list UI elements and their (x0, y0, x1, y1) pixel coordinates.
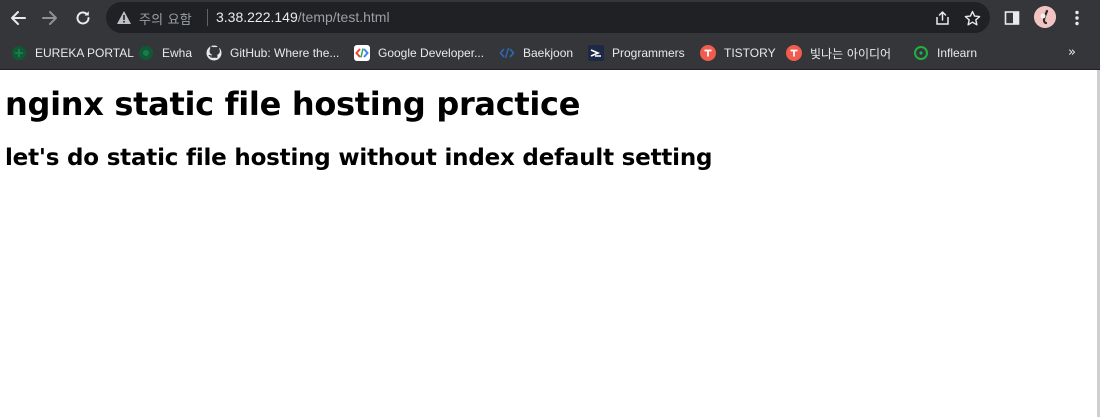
url-text[interactable]: 3.38.222.149/temp/test.html (216, 9, 390, 25)
bookmark-label: Google Developer... (378, 46, 485, 60)
bookmarks-bar: EUREKA PORTAL Ewha GitHub: Where the... … (0, 36, 1100, 70)
bookmark-baekjoon[interactable]: Baekjoon (499, 43, 573, 63)
warning-icon[interactable] (116, 10, 132, 30)
page-heading: nginx static file hosting practice (5, 85, 581, 123)
bookmark-bitnaneun-idea[interactable]: 빛나는 아이디어 (786, 43, 891, 63)
bookmark-label: TISTORY (724, 46, 776, 60)
url-host: 3.38.222.149 (216, 9, 298, 25)
profile-avatar[interactable] (1034, 6, 1056, 28)
bookmark-github[interactable]: GitHub: Where the... (206, 43, 339, 63)
share-icon[interactable] (932, 8, 952, 28)
bookmark-label: Ewha (162, 46, 193, 60)
bookmark-label: Programmers (612, 46, 685, 60)
bookmark-inflearn[interactable]: Inflearn (913, 43, 977, 63)
programmers-icon (588, 45, 604, 61)
chevron-double-right-icon[interactable]: » (1068, 45, 1076, 60)
bookmark-label: 빛나는 아이디어 (810, 46, 892, 61)
page-content: nginx static file hosting practice let's… (0, 70, 1098, 417)
baekjoon-icon (499, 45, 515, 61)
bookmark-programmers[interactable]: Programmers (588, 43, 685, 63)
star-icon[interactable] (962, 8, 982, 28)
google-developers-icon (354, 45, 370, 61)
tistory-icon (700, 45, 716, 61)
bookmark-ewha[interactable]: Ewha (138, 43, 192, 63)
github-icon (206, 45, 222, 61)
bookmark-tistory[interactable]: TISTORY (700, 43, 776, 63)
bookmark-label: EUREKA PORTAL (35, 46, 134, 60)
browser-toolbar: 주의 요함 3.38.222.149/temp/test.html (0, 0, 1100, 36)
bookmark-google-developers[interactable]: Google Developer... (354, 43, 484, 63)
security-warning-label[interactable]: 주의 요함 (139, 9, 192, 28)
url-separator (207, 9, 208, 26)
back-button[interactable] (3, 3, 33, 33)
eureka-icon (11, 45, 27, 61)
reload-button[interactable] (68, 3, 98, 33)
bookmark-label: Baekjoon (523, 46, 574, 60)
bookmark-label: Inflearn (937, 46, 978, 60)
bookmark-eureka-portal[interactable]: EUREKA PORTAL (11, 43, 134, 63)
side-panel-icon[interactable] (1000, 6, 1024, 30)
bookmark-label: GitHub: Where the... (230, 46, 340, 60)
reload-icon (76, 11, 90, 25)
page-subheading: let's do static file hosting without ind… (5, 145, 713, 171)
tistory-icon (786, 45, 802, 61)
address-bar[interactable]: 주의 요함 3.38.222.149/temp/test.html (106, 2, 990, 33)
forward-button[interactable] (35, 3, 65, 33)
arrow-right-icon (42, 11, 57, 25)
url-path: /temp/test.html (297, 9, 390, 25)
inflearn-icon (913, 45, 929, 61)
ewha-icon (138, 45, 154, 61)
arrow-left-icon (11, 11, 26, 25)
kebab-menu-icon[interactable] (1065, 6, 1089, 30)
